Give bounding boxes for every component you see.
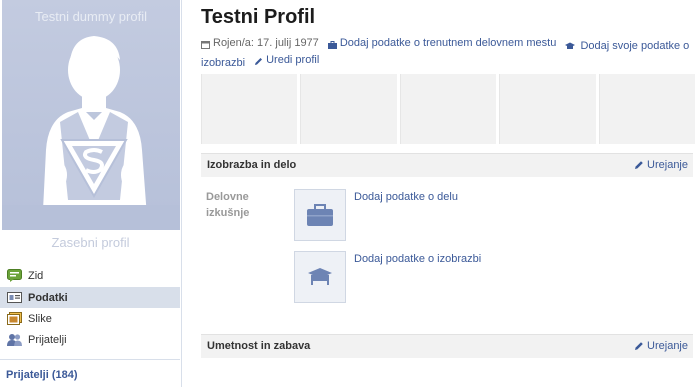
info-icon — [7, 291, 22, 304]
section-title: Umetnost in zabava — [207, 340, 311, 352]
edit-profile-text[interactable]: Uredi profil — [266, 53, 319, 67]
sidebar-item-friends[interactable]: Prijatelji — [0, 329, 180, 350]
sidebar-item-photos[interactable]: Slike — [0, 308, 180, 329]
section-title: Izobrazba in delo — [207, 159, 297, 171]
wall-icon — [7, 269, 22, 282]
photos-icon — [7, 312, 22, 325]
birthday-info: Rojen/a: 17. julij 1977 — [201, 36, 319, 50]
sidebar-item-label: Zid — [28, 269, 44, 282]
edit-label[interactable]: Urejanje — [647, 340, 688, 352]
photo-slot[interactable] — [499, 74, 596, 144]
photo-slot[interactable] — [399, 74, 497, 144]
left-sidebar: Testni dummy profil Zasebni profil Zid P… — [0, 0, 181, 387]
photo-slot[interactable] — [201, 74, 298, 144]
profile-meta: Rojen/a: 17. julij 1977 Dodaj podatke o … — [201, 36, 693, 70]
divider — [0, 359, 180, 360]
add-job-link[interactable]: Dodaj podatke o delu — [354, 191, 458, 203]
edit-label[interactable]: Urejanje — [647, 159, 688, 171]
birthday-text: Rojen/a: 17. julij 1977 — [213, 37, 319, 49]
education-section-header: Izobrazba in delo Urejanje — [201, 153, 693, 177]
column-divider — [181, 0, 182, 387]
job-placeholder-tile[interactable] — [294, 189, 346, 241]
work-experience-label: Delovne izkušnje — [206, 191, 250, 219]
graduation-cap-icon — [565, 40, 576, 49]
add-school-link[interactable]: Dodaj podatke o izobrazbi — [354, 253, 481, 265]
superman-silhouette-icon — [2, 36, 180, 230]
sidebar-item-label: Slike — [28, 312, 52, 325]
photo-slot[interactable] — [598, 74, 696, 144]
profile-picture-subcaption: Zasebni profil — [51, 235, 130, 250]
add-work-text[interactable]: Dodaj podatke o trenutnem delovnem mestu — [340, 36, 556, 50]
school-placeholder-tile[interactable] — [294, 251, 346, 303]
calendar-icon — [201, 39, 210, 49]
briefcase-icon — [327, 39, 337, 49]
sidebar-item-info[interactable]: Podatki — [0, 287, 180, 308]
photo-slot[interactable] — [300, 74, 397, 144]
edit-arts-link[interactable]: Urejanje — [634, 340, 688, 352]
add-work-link[interactable]: Dodaj podatke o trenutnem delovnem mestu — [327, 36, 556, 50]
pencil-icon — [634, 160, 644, 170]
graduation-cap-icon — [308, 268, 332, 285]
profile-name: Testni Profil — [201, 6, 316, 28]
photo-strip — [201, 74, 696, 144]
pencil-icon — [634, 341, 644, 351]
briefcase-icon — [307, 204, 333, 226]
sidebar-item-wall[interactable]: Zid — [0, 265, 180, 286]
edit-profile-link[interactable]: Uredi profil — [254, 53, 319, 67]
sidebar-item-label: Podatki — [28, 291, 68, 304]
profile-picture[interactable]: Testni dummy profil — [2, 0, 180, 230]
arts-section-header: Umetnost in zabava Urejanje — [201, 334, 693, 358]
friends-icon — [7, 333, 22, 346]
pencil-icon — [254, 56, 263, 65]
sidebar-item-label: Prijatelji — [28, 333, 67, 346]
friends-count-link[interactable]: Prijatelji (184) — [6, 369, 78, 381]
edit-education-link[interactable]: Urejanje — [634, 159, 688, 171]
